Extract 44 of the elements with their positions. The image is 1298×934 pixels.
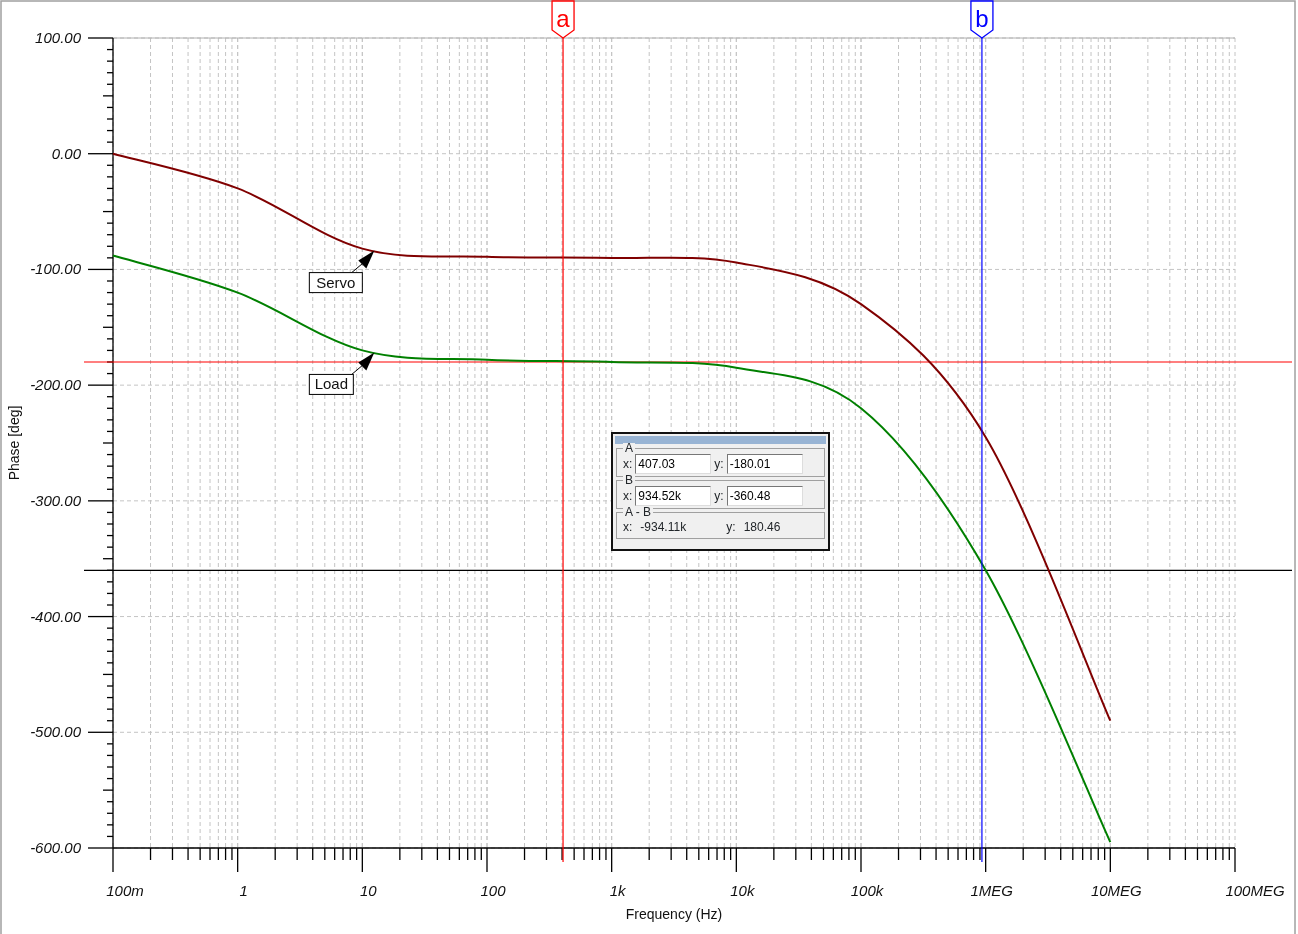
y-tick-label: -400.00 [30,607,81,625]
x-tick-label: 10MEG [1090,882,1142,899]
y-tick-label: -300.00 [30,491,81,509]
value-field[interactable]: 934.52k [635,486,712,506]
group-title: A - B [623,507,653,518]
series-label: Load [314,375,349,393]
value-text: 180.46 [742,519,782,536]
value-field[interactable]: -180.01 [726,454,803,474]
cursor-line[interactable] [562,37,564,863]
y-axis-title: Phase [deg] [6,405,22,481]
x-tick-label: 100m [106,882,144,899]
x-tick-label: 1MEG [970,882,1013,899]
y-tick-label: 100.00 [35,29,81,46]
value-text: -934.11k [639,519,688,536]
y-tick-label: -500.00 [30,723,81,741]
value-field[interactable]: 407.03 [635,454,712,474]
field-label: x: [623,519,633,536]
panel-title-bar[interactable] [615,436,826,444]
cursor-line[interactable] [981,37,983,863]
x-tick-label: 100k [850,882,884,899]
x-tick-label: 1 [239,882,248,899]
group-title: A [623,443,635,454]
field-label: x: [623,456,633,473]
cursor-flag[interactable]: a [551,0,575,39]
y-tick-label: -100.00 [30,260,81,278]
field-label: x: [623,488,633,505]
series-label: Servo [316,273,356,291]
x-tick-label: 10k [730,882,755,899]
x-axis-title: Frequency (Hz) [625,906,723,922]
x-tick-label: 1k [609,882,626,899]
field-label: y: [726,519,736,536]
value-field[interactable]: -360.48 [726,486,803,506]
series-callout: Servo [308,272,363,294]
y-tick-label: -600.00 [30,839,81,856]
x-tick-label: 10 [360,882,377,899]
x-tick-label: 100MEG [1225,882,1285,899]
series-callout: Load [308,373,354,395]
x-tick-label: 100 [480,882,506,899]
cursor-flag[interactable]: b [970,0,994,39]
field-label: y: [714,456,724,473]
y-tick-label: -200.00 [30,376,81,394]
group-title: B [623,475,635,486]
y-tick-label: 0.00 [51,144,81,162]
field-label: y: [714,488,724,505]
